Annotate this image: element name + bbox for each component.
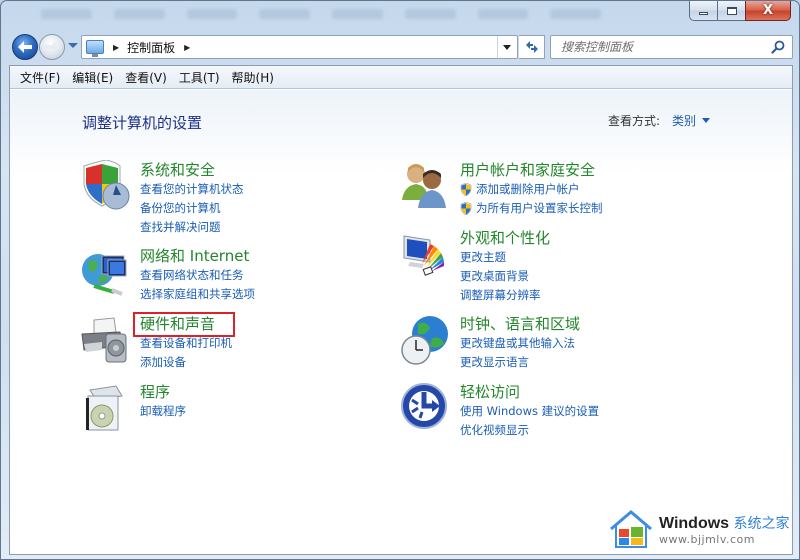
category-link[interactable]: 添加或删除用户帐户 [460, 180, 603, 199]
category-clock-language-region: 时钟、语言和区域 更改键盘或其他输入法 更改显示语言 [400, 314, 580, 372]
category-programs: 程序 卸载程序 [80, 382, 186, 434]
address-history-dropdown[interactable] [503, 45, 511, 50]
category-title[interactable]: 用户帐户和家庭安全 [460, 161, 603, 180]
minimize-icon [699, 12, 708, 15]
category-title[interactable]: 时钟、语言和区域 [460, 315, 580, 334]
category-title[interactable]: 网络和 Internet [140, 247, 255, 266]
view-by-dropdown[interactable]: 类别 [672, 112, 696, 129]
category-title[interactable]: 外观和个性化 [460, 229, 550, 248]
address-separator [497, 36, 498, 58]
category-link[interactable]: 选择家庭组和共享选项 [140, 285, 255, 304]
view-by-label: 查看方式: [608, 114, 661, 128]
category-link[interactable]: 查看设备和打印机 [140, 334, 232, 353]
category-appearance: 外观和个性化 更改主题 更改桌面背景 调整屏幕分辨率 [400, 228, 550, 305]
network-globe-icon[interactable] [80, 246, 132, 298]
category-link[interactable]: 使用 Windows 建议的设置 [460, 402, 599, 421]
forward-button[interactable] [39, 34, 65, 60]
category-link[interactable]: 优化视频显示 [460, 421, 599, 440]
category-link[interactable]: 更改桌面背景 [460, 267, 550, 286]
printer-speaker-icon[interactable] [80, 314, 132, 366]
category-hardware-sound: 硬件和声音 查看设备和打印机 添加设备 [80, 312, 235, 372]
uac-shield-icon [460, 183, 472, 196]
category-link[interactable]: 更改主题 [460, 248, 550, 267]
menu-help[interactable]: 帮助(H) [226, 67, 280, 88]
view-by: 查看方式: 类别 [608, 112, 711, 129]
category-title[interactable]: 轻松访问 [460, 383, 599, 402]
category-body: 网络和 Internet 查看网络状态和任务 选择家庭组和共享选项 [140, 246, 255, 304]
client-area: 文件(F) 编辑(E) 查看(V) 工具(T) 帮助(H) 调整计算机的设置 查… [9, 65, 793, 555]
category-link[interactable]: 查看您的计算机状态 [140, 180, 244, 199]
category-network-internet: 网络和 Internet 查看网络状态和任务 选择家庭组和共享选项 [80, 246, 255, 304]
maximize-icon [726, 6, 737, 15]
category-link[interactable]: 卸载程序 [140, 402, 186, 421]
watermark: Windows 系统之家 www.bjjmlv.com [609, 509, 790, 549]
breadcrumb-arrow-icon[interactable]: ▶ [113, 43, 119, 52]
ease-of-access-icon[interactable] [400, 382, 452, 434]
category-body: 时钟、语言和区域 更改键盘或其他输入法 更改显示语言 [460, 314, 580, 372]
category-link[interactable]: 为所有用户设置家长控制 [460, 199, 603, 218]
category-link-text[interactable]: 为所有用户设置家长控制 [476, 199, 603, 218]
menu-tools[interactable]: 工具(T) [173, 67, 226, 88]
watermark-brand: Windows 系统之家 [659, 514, 790, 532]
menu-edit[interactable]: 编辑(E) [66, 67, 119, 88]
chevron-down-icon[interactable] [702, 118, 711, 123]
maximize-button[interactable] [717, 1, 745, 21]
program-box-icon[interactable] [80, 382, 132, 434]
category-title[interactable]: 系统和安全 [140, 161, 244, 180]
category-link[interactable]: 查看网络状态和任务 [140, 266, 255, 285]
category-link[interactable]: 更改键盘或其他输入法 [460, 334, 580, 353]
category-link[interactable]: 备份您的计算机 [140, 199, 244, 218]
taskbar-blur-background [41, 9, 601, 23]
watermark-brand-cn: 系统之家 [733, 514, 790, 531]
control-panel-window: X ▶ 控制面板 ▶ 搜索控制面板 文件(F) 编辑(E) 查看(V) 工具(T… [0, 0, 800, 560]
category-body: 硬件和声音 查看设备和打印机 添加设备 [133, 312, 235, 372]
category-link-text[interactable]: 添加或删除用户帐户 [476, 180, 580, 199]
category-link[interactable]: 更改显示语言 [460, 353, 580, 372]
page-title: 调整计算机的设置 [82, 114, 203, 132]
search-box[interactable] [550, 35, 793, 59]
breadcrumb-arrow-icon[interactable]: ▶ [184, 43, 190, 52]
category-body: 用户帐户和家庭安全 添加或删除用户帐户 为所有用户设置家长控制 [460, 160, 603, 218]
forward-arrow-icon [45, 41, 59, 53]
monitor-palette-icon[interactable] [400, 228, 452, 280]
refresh-button[interactable] [519, 35, 545, 59]
caption-buttons: X [689, 1, 791, 21]
category-title-highlighted[interactable]: 硬件和声音 [133, 312, 235, 337]
control-panel-icon [86, 40, 104, 57]
category-link[interactable]: 调整屏幕分辨率 [460, 286, 550, 305]
category-body: 外观和个性化 更改主题 更改桌面背景 调整屏幕分辨率 [460, 228, 550, 305]
address-bar[interactable]: ▶ 控制面板 ▶ [81, 35, 518, 59]
breadcrumb-control-panel[interactable]: 控制面板 [127, 39, 175, 56]
category-link[interactable]: 查找并解决问题 [140, 218, 244, 237]
close-button[interactable]: X [745, 1, 791, 21]
menu-bar: 文件(F) 编辑(E) 查看(V) 工具(T) 帮助(H) [10, 66, 792, 89]
back-arrow-icon [18, 41, 32, 53]
recent-pages-dropdown[interactable] [68, 43, 78, 48]
category-body: 轻松访问 使用 Windows 建议的设置 优化视频显示 [460, 382, 599, 440]
menu-file[interactable]: 文件(F) [14, 67, 66, 88]
refresh-icon [525, 41, 538, 53]
uac-shield-icon [460, 202, 472, 215]
watermark-url: www.bjjmlv.com [659, 532, 755, 546]
users-icon[interactable] [400, 160, 452, 212]
search-icon[interactable] [771, 40, 785, 54]
category-title[interactable]: 程序 [140, 383, 186, 402]
menu-view[interactable]: 查看(V) [119, 67, 173, 88]
category-ease-of-access: 轻松访问 使用 Windows 建议的设置 优化视频显示 [400, 382, 599, 440]
navigation-bar: ▶ 控制面板 ▶ [9, 33, 793, 61]
category-system-security: 系统和安全 查看您的计算机状态 备份您的计算机 查找并解决问题 [80, 159, 244, 237]
globe-clock-icon[interactable] [400, 314, 452, 366]
category-body: 系统和安全 查看您的计算机状态 备份您的计算机 查找并解决问题 [140, 160, 244, 237]
category-link[interactable]: 添加设备 [140, 353, 232, 372]
watermark-text: Windows 系统之家 www.bjjmlv.com [659, 513, 790, 546]
windows-house-logo-icon [610, 510, 652, 548]
category-body: 程序 卸载程序 [140, 382, 186, 434]
security-shield-icon[interactable] [80, 159, 132, 212]
content-pane: 调整计算机的设置 查看方式: 类别 系统和安全 查看您的计算机状态 备份您的计算… [10, 90, 792, 554]
back-button[interactable] [12, 34, 38, 60]
search-input[interactable] [561, 40, 761, 54]
minimize-button[interactable] [689, 1, 717, 21]
close-icon: X [762, 3, 774, 18]
category-user-accounts: 用户帐户和家庭安全 添加或删除用户帐户 为所有用户设置家长控制 [400, 160, 603, 218]
